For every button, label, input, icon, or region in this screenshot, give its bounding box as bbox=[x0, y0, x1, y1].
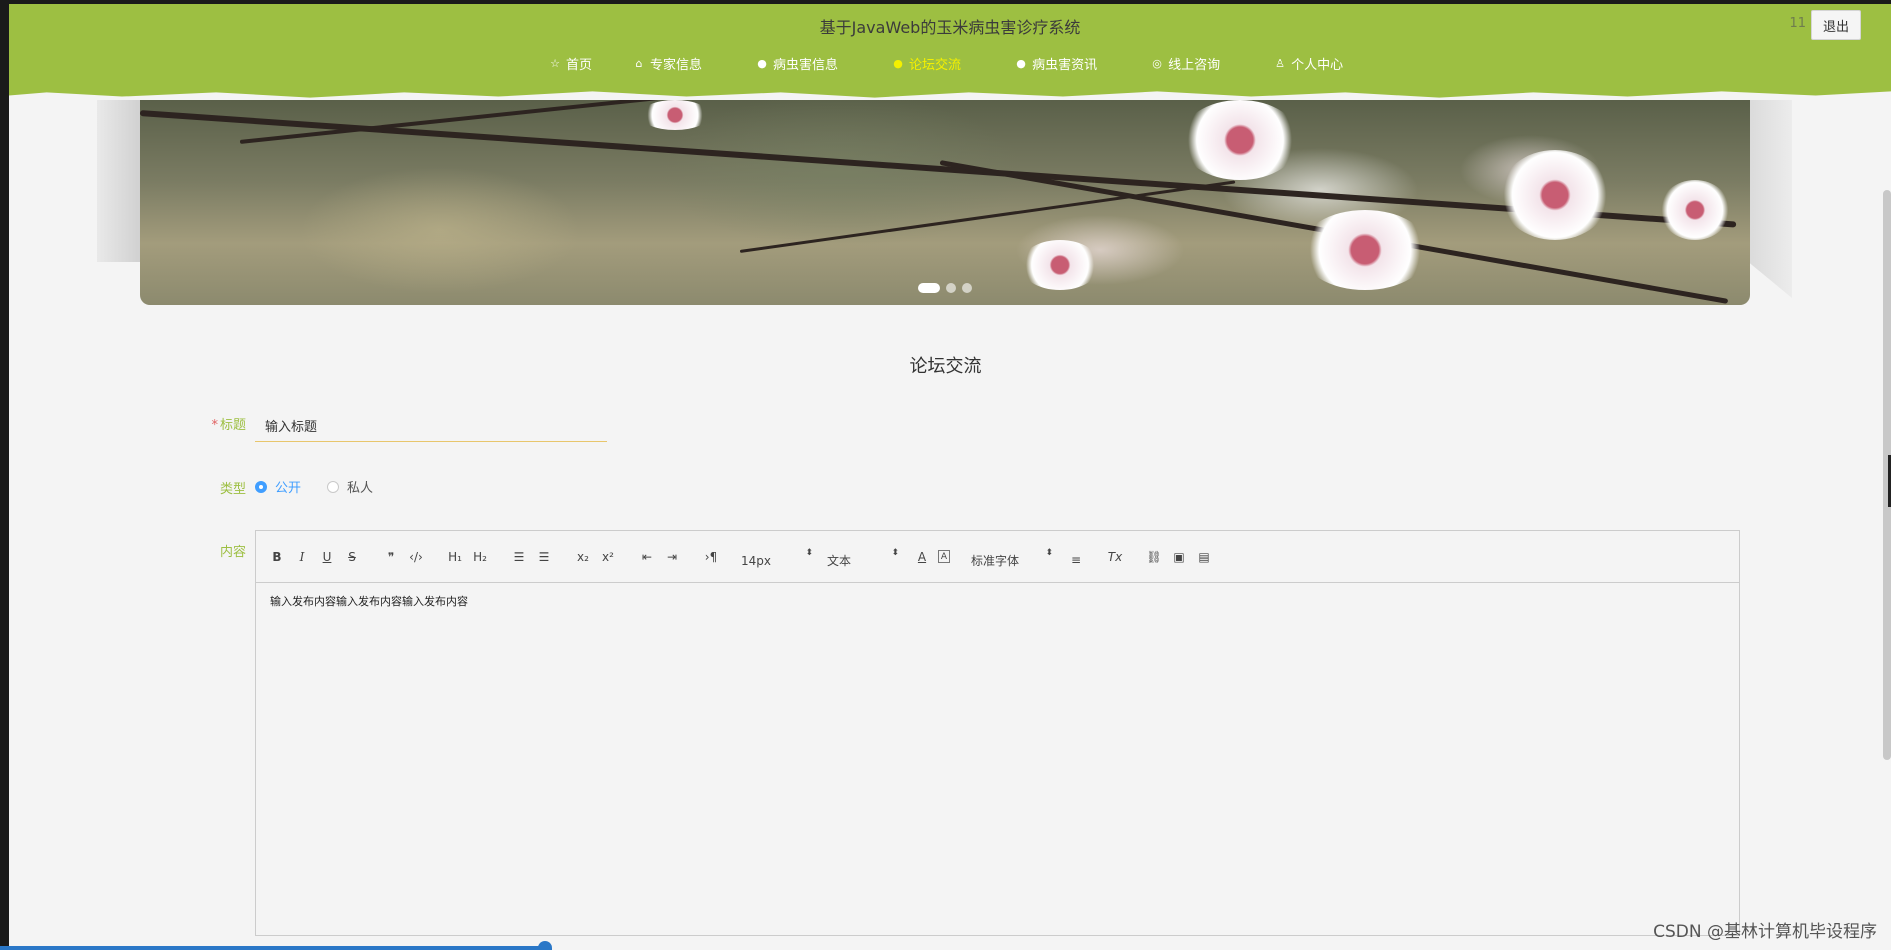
nav-label: 首页 bbox=[566, 58, 593, 73]
globe-icon: ◎ bbox=[1152, 57, 1162, 70]
video-button[interactable]: ▤ bbox=[1195, 547, 1213, 567]
radio-label: 公开 bbox=[275, 481, 302, 496]
select-arrows-icon: ⬍ bbox=[805, 547, 813, 558]
code-block-button[interactable]: ‹/› bbox=[407, 547, 425, 567]
user-id: 11 bbox=[1789, 16, 1806, 31]
radio-label: 私人 bbox=[347, 481, 374, 496]
blockquote-button[interactable]: ❞ bbox=[382, 547, 400, 567]
banner-blossom bbox=[1660, 180, 1730, 240]
title-input[interactable] bbox=[255, 410, 607, 442]
nav-item-personal-center[interactable]: ♙ 个人中心 bbox=[1273, 54, 1343, 73]
indent-button[interactable]: ⇥ bbox=[663, 547, 681, 567]
page-title: 论坛交流 bbox=[909, 356, 982, 377]
underline-button[interactable]: U bbox=[318, 547, 336, 567]
background-color-button[interactable]: A bbox=[938, 550, 950, 563]
user-icon: ♙ bbox=[1275, 57, 1286, 70]
nav-label: 专家信息 bbox=[650, 58, 703, 73]
font-family-select[interactable]: 标准字体 ⬍ bbox=[971, 543, 1053, 571]
carousel-indicators bbox=[140, 283, 1750, 293]
nav-item-disease-info[interactable]: ● 病虫害信息 bbox=[755, 54, 838, 73]
carousel-dot[interactable] bbox=[918, 283, 940, 293]
carousel-dot[interactable] bbox=[962, 283, 972, 293]
banner-blossom bbox=[1500, 150, 1610, 240]
italic-button[interactable]: I bbox=[293, 547, 311, 567]
link-button[interactable]: ⛓ bbox=[1145, 547, 1163, 567]
watermark: CSDN @基林计算机毕设程序 bbox=[1653, 922, 1877, 942]
subscript-button[interactable]: x₂ bbox=[574, 547, 592, 567]
nav-item-home[interactable]: ☆ 首页 bbox=[548, 54, 592, 73]
site-title: 基于JavaWeb的玉米病虫害诊疗系统 bbox=[819, 18, 1081, 37]
star-icon: ☆ bbox=[550, 57, 560, 70]
font-color-button[interactable]: A bbox=[913, 547, 931, 567]
nav-item-experts[interactable]: ⌂ 专家信息 bbox=[632, 54, 703, 73]
type-radio-public[interactable]: 公开 bbox=[255, 477, 301, 496]
image-button[interactable]: ▣ bbox=[1170, 547, 1188, 567]
bold-button[interactable]: B bbox=[268, 547, 286, 567]
top-header: 基于JavaWeb的玉米病虫害诊疗系统 11 退出 ☆ 首页 ⌂ 专家信息 ● … bbox=[9, 4, 1891, 98]
strikethrough-button[interactable]: S bbox=[343, 547, 361, 567]
nav-label: 个人中心 bbox=[1291, 58, 1344, 73]
nav-label: 论坛交流 bbox=[909, 58, 962, 73]
window-frame-left bbox=[0, 0, 9, 950]
nav-label: 线上咨询 bbox=[1168, 58, 1221, 73]
font-size-value: 14px bbox=[741, 553, 771, 568]
type-radio-group: 公开 私人 bbox=[255, 477, 399, 496]
carousel-prev-slide[interactable] bbox=[97, 100, 141, 262]
nav-label: 病虫害信息 bbox=[773, 58, 839, 73]
info-circle-icon: ● bbox=[757, 57, 767, 70]
editor-toolbar: B I U S ❞ ‹/› H₁ H₂ ☰ ☰ x₂ x² ⇤ ⇥ ›¶ 14p… bbox=[256, 531, 1739, 583]
align-button[interactable]: ≡ bbox=[1067, 544, 1085, 570]
banner-carousel[interactable] bbox=[140, 100, 1750, 305]
clear-format-button[interactable]: Tx bbox=[1106, 547, 1124, 567]
heading-select[interactable]: 文本 ⬍ bbox=[827, 543, 899, 571]
banner-blossom bbox=[640, 100, 710, 130]
heading1-button[interactable]: H₁ bbox=[446, 547, 464, 567]
title-label-text: 标题 bbox=[219, 418, 246, 433]
banner-blossom bbox=[1300, 210, 1430, 290]
page-load-progress-bar bbox=[0, 946, 550, 950]
info-circle-icon: ● bbox=[1016, 57, 1026, 70]
radio-circle[interactable] bbox=[255, 480, 267, 493]
carousel-dot[interactable] bbox=[946, 283, 956, 293]
nav-item-disease-news[interactable]: ● 病虫害资讯 bbox=[1014, 54, 1097, 73]
font-family-value: 标准字体 bbox=[971, 554, 1020, 568]
banner-branch bbox=[739, 180, 1236, 253]
main-nav: ☆ 首页 ⌂ 专家信息 ● 病虫害信息 ● 论坛交流 ● 病虫害资讯 ◎ 线上咨… bbox=[548, 54, 1343, 73]
text-direction-button[interactable]: ›¶ bbox=[702, 547, 720, 567]
required-mark: * bbox=[211, 418, 218, 433]
font-size-select[interactable]: 14px ⬍ bbox=[741, 543, 813, 571]
rich-text-editor: B I U S ❞ ‹/› H₁ H₂ ☰ ☰ x₂ x² ⇤ ⇥ ›¶ 14p… bbox=[255, 530, 1740, 936]
logout-button[interactable]: 退出 bbox=[1811, 10, 1861, 40]
window-frame-top bbox=[0, 0, 1891, 4]
progress-knob[interactable] bbox=[538, 941, 552, 950]
outdent-button[interactable]: ⇤ bbox=[638, 547, 656, 567]
type-radio-private[interactable]: 私人 bbox=[327, 477, 373, 496]
bullet-list-button[interactable]: ☰ bbox=[535, 547, 553, 567]
superscript-button[interactable]: x² bbox=[599, 547, 617, 567]
select-arrows-icon: ⬍ bbox=[891, 547, 899, 558]
select-arrows-icon: ⬍ bbox=[1045, 547, 1053, 558]
ordered-list-button[interactable]: ☰ bbox=[510, 547, 528, 567]
info-circle-icon: ● bbox=[893, 57, 903, 70]
radio-circle[interactable] bbox=[327, 480, 340, 493]
bag-icon: ⌂ bbox=[635, 57, 643, 70]
title-label: * 标题 bbox=[186, 414, 246, 433]
nav-item-online-consult[interactable]: ◎ 线上咨询 bbox=[1150, 54, 1220, 73]
content-label: 内容 bbox=[219, 545, 246, 560]
heading-value: 文本 bbox=[827, 554, 852, 568]
type-label: 类型 bbox=[219, 482, 246, 497]
editor-content-area[interactable]: 输入发布内容输入发布内容输入发布内容 bbox=[256, 583, 1739, 619]
banner-blossom bbox=[1180, 100, 1300, 180]
heading2-button[interactable]: H₂ bbox=[471, 547, 489, 567]
nav-label: 病虫害资讯 bbox=[1032, 58, 1098, 73]
nav-item-forum[interactable]: ● 论坛交流 bbox=[891, 54, 961, 73]
